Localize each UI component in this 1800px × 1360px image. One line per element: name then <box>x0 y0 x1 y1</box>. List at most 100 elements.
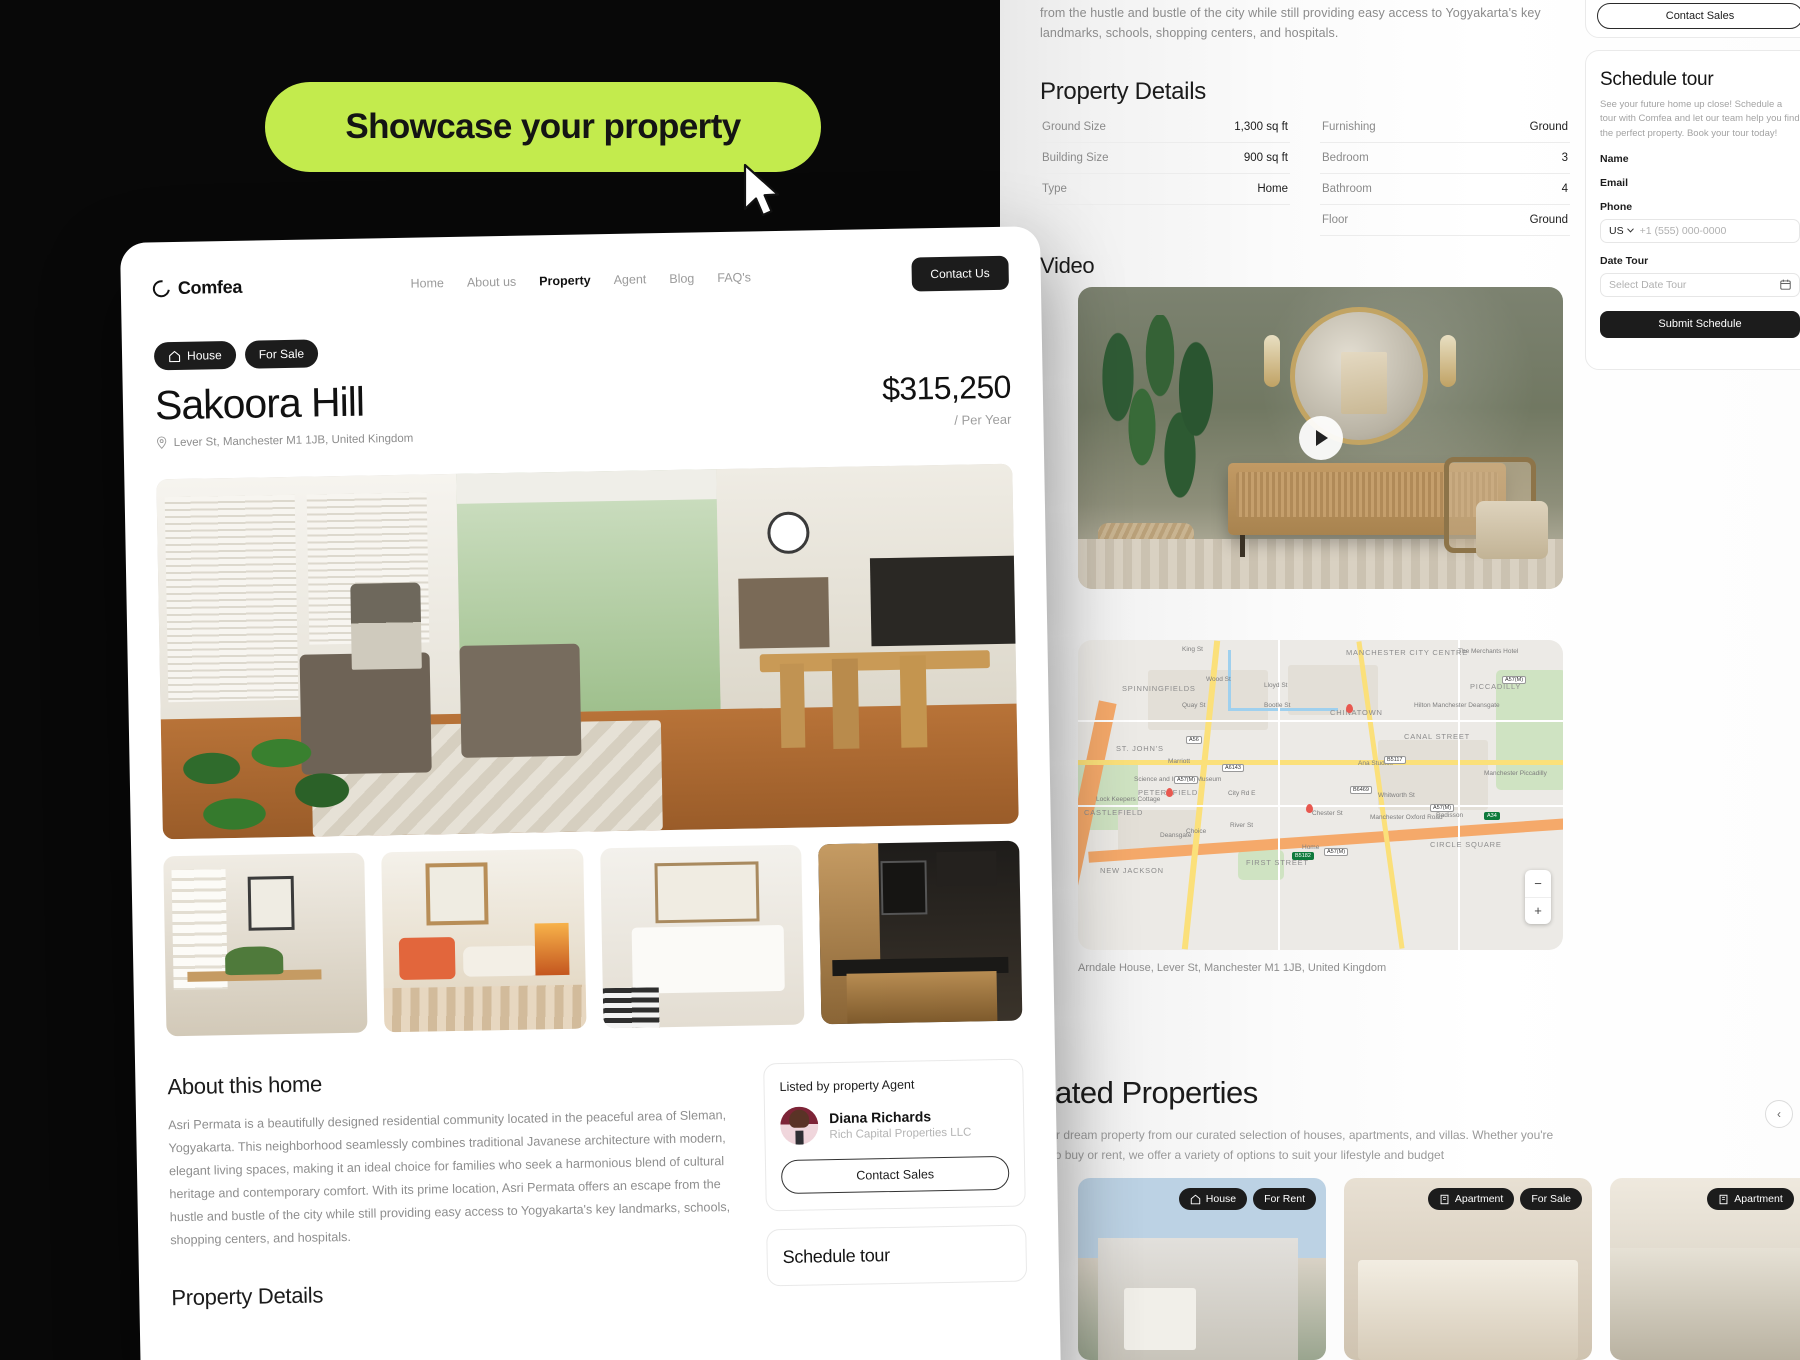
about-section: About this home Asri Permata is a beauti… <box>167 1058 1028 1312</box>
home-icon <box>169 350 181 362</box>
armchair-decor <box>459 643 582 758</box>
related-property-card[interactable]: Apartment For Sale <box>1344 1178 1592 1360</box>
thumbnail-bedroom[interactable] <box>599 844 805 1029</box>
map-zoom-controls[interactable]: − + <box>1525 870 1551 924</box>
location-map[interactable]: MANCHESTER CITY CENTRE SPINNINGFIELDS CH… <box>1078 640 1563 950</box>
map-label: Radisson <box>1436 812 1464 819</box>
nav-item-blog[interactable]: Blog <box>669 271 694 285</box>
map-marker <box>1306 804 1313 813</box>
showcase-your-property-button[interactable]: Showcase your property <box>265 82 821 172</box>
nav-item-home[interactable]: Home <box>410 276 444 291</box>
nav-links: Home About us Property Agent Blog FAQ's <box>410 270 751 290</box>
tag-label: House <box>186 348 222 363</box>
screenshot-stage: heritage and contemporary comfort. With … <box>0 0 1800 1360</box>
framed-art-decor <box>247 875 295 931</box>
rug-decor <box>383 984 586 1033</box>
date-tour-input[interactable]: Select Date Tour <box>1600 272 1800 297</box>
nav-item-agent[interactable]: Agent <box>613 272 646 287</box>
details-column-left: Ground Size 1,300 sq ft Building Size 900 s… <box>1040 112 1290 236</box>
brand-name: Comfea <box>177 276 243 298</box>
detail-row: Bedroom 3 <box>1320 143 1570 174</box>
submit-schedule-button[interactable]: Submit Schedule <box>1600 310 1800 338</box>
property-header: Sakoora Hill Lever St, Manchester M1 1JB… <box>155 369 1012 450</box>
detail-key: Bedroom <box>1322 152 1369 164</box>
dining-chair-decor <box>831 658 860 750</box>
card-badges: House For Rent <box>1178 1188 1316 1210</box>
detail-value: Ground <box>1529 121 1568 133</box>
property-video-player[interactable] <box>1078 287 1563 589</box>
related-property-card[interactable]: House For Rent <box>1078 1178 1326 1360</box>
map-label: River St <box>1230 822 1254 829</box>
detail-row: Ground Size 1,300 sq ft <box>1040 112 1290 143</box>
site-navbar: Comfea Home About us Property Agent Blog FAQ'… <box>149 255 1010 307</box>
video-plant-decor <box>1084 315 1244 545</box>
thumbnail-living-room[interactable] <box>381 848 586 1033</box>
contact-us-button[interactable]: Contact Us <box>911 255 1010 292</box>
tag-house[interactable]: House <box>153 340 237 371</box>
property-hero-image[interactable] <box>156 463 1019 840</box>
card-badges: Apartment For R <box>1707 1188 1800 1210</box>
detail-key: Bathroom <box>1322 183 1372 195</box>
credenza-leg-left <box>1240 535 1245 557</box>
map-road-shield: A57(M) <box>1324 848 1349 856</box>
comfea-logo-icon <box>149 276 174 301</box>
background-schedule-tour-card: Schedule tour See your future home up cl… <box>1585 50 1800 370</box>
map-label: Marriott <box>1168 758 1191 765</box>
phone-placeholder: +1 (555) 000-0000 <box>1639 224 1727 237</box>
bedroom-photo-decor <box>1358 1260 1578 1360</box>
wall-trim-decor <box>456 469 717 504</box>
contact-sales-button[interactable]: Contact Sales <box>780 1155 1010 1195</box>
map-label: CASTLEFIELD <box>1084 808 1144 817</box>
about-sidebar-column: Listed by property Agent Diana Richards … <box>763 1058 1028 1301</box>
map-label: Lock Keepers Cottage <box>1096 796 1161 803</box>
badge-property-type[interactable]: Apartment <box>1707 1188 1794 1210</box>
fireplace-decor <box>534 922 570 976</box>
phone-input[interactable]: US +1 (555) 000-0000 <box>1600 218 1800 243</box>
bed-decor <box>631 925 785 994</box>
badge-property-type[interactable]: House <box>1178 1188 1248 1210</box>
side-table-decor <box>1476 501 1548 559</box>
living-room-photo-decor <box>1610 1248 1800 1360</box>
map-label: ST. JOHN'S <box>1116 744 1164 753</box>
map-road-shield: A34 <box>1484 812 1500 820</box>
wall-sconce-left <box>1264 335 1280 387</box>
address-text: Lever St, Manchester M1 1JB, United King… <box>173 432 414 449</box>
nav-item-about-us[interactable]: About us <box>467 275 517 290</box>
badge-listing-type[interactable]: For Rent <box>1253 1188 1316 1210</box>
map-marker <box>1346 704 1353 713</box>
map-marker <box>1166 788 1173 797</box>
phone-field-label: Phone <box>1600 200 1633 213</box>
nav-item-faq-s[interactable]: FAQ's <box>717 270 751 285</box>
play-icon[interactable] <box>1298 416 1343 460</box>
building-icon <box>1719 1194 1728 1204</box>
chevron-left-icon[interactable]: ‹ <box>1765 1100 1793 1128</box>
related-property-card[interactable]: Apartment For R <box>1610 1178 1800 1360</box>
badge-listing-type[interactable]: For Sale <box>1520 1188 1582 1210</box>
map-road <box>1078 805 1563 807</box>
map-label: Hilton Manchester Deansgate <box>1414 702 1500 709</box>
map-label: Bootle St <box>1264 702 1291 709</box>
map-zoom-out-button[interactable]: − <box>1525 870 1551 898</box>
background-contact-sales-button[interactable]: Contact Sales <box>1597 3 1800 29</box>
badge-property-type[interactable]: Apartment <box>1427 1188 1515 1210</box>
striped-rug-decor <box>602 987 659 1029</box>
fireplace-decor <box>738 577 830 649</box>
map-road-shield: A56 <box>1186 736 1202 744</box>
agent-info: Diana Richards Rich Capital Properties L… <box>829 1107 971 1141</box>
country-code-select[interactable]: US <box>1609 225 1634 237</box>
thumbnail-office[interactable] <box>163 852 368 1037</box>
date-tour-placeholder: Select Date Tour <box>1609 278 1687 291</box>
thumbnail-kitchen[interactable] <box>817 840 1023 1025</box>
map-road-shield: A57(M) <box>1174 776 1199 784</box>
map-zoom-in-button[interactable]: + <box>1525 898 1551 925</box>
price-period: / Per Year <box>954 411 1012 428</box>
sofa-decor <box>399 937 456 981</box>
map-label: Quay St <box>1182 702 1206 709</box>
brand-logo[interactable]: Comfea <box>149 276 243 301</box>
tag-for-sale[interactable]: For Sale <box>244 339 319 369</box>
nav-item-property[interactable]: Property <box>539 273 591 288</box>
details-column-right: Furnishing Ground Bedroom 3 Bathroom 4 Floor Gr… <box>1320 112 1570 236</box>
detail-key: Building Size <box>1042 152 1109 164</box>
agent-name: Diana Richards <box>829 1107 932 1126</box>
map-road <box>1078 760 1563 765</box>
